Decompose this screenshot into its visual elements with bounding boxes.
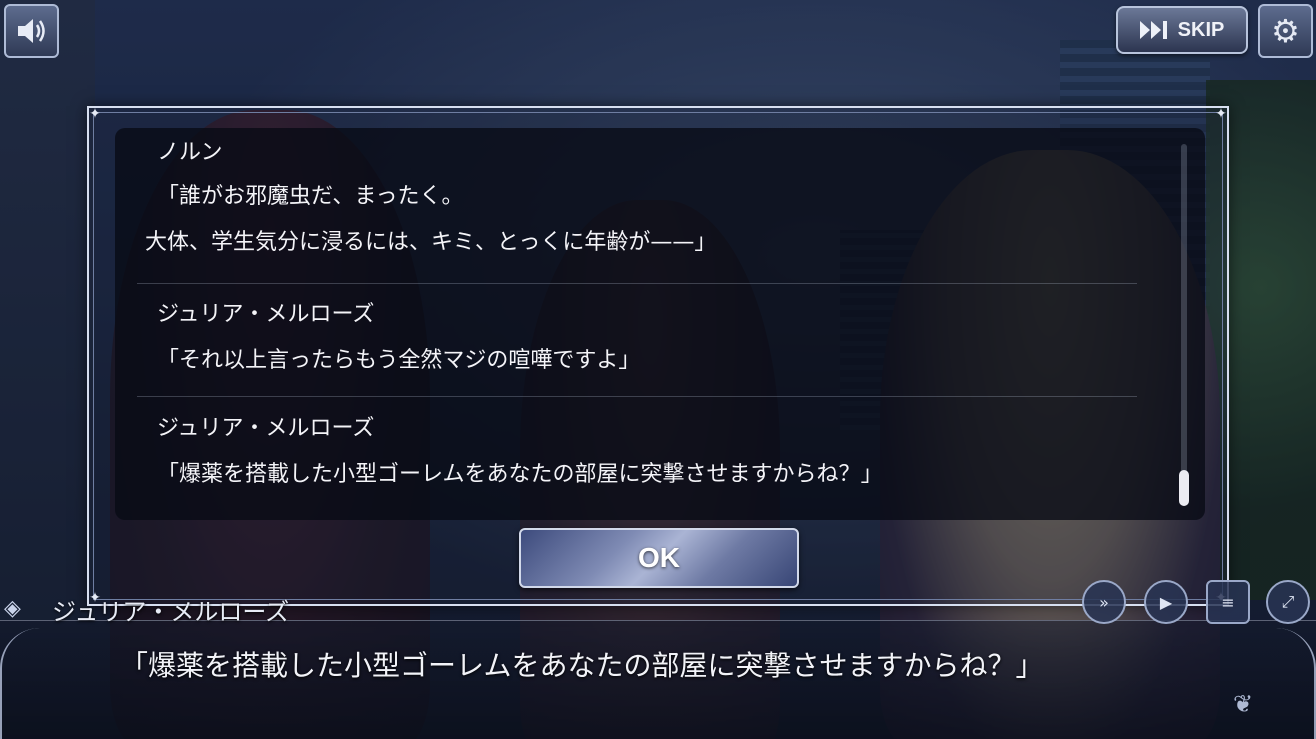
next-button[interactable]: ▶: [1144, 580, 1188, 624]
auto-play-icon: »: [1099, 592, 1109, 612]
backlog-list[interactable]: ノルン 「誰がお邪魔虫だ、まったく。 大体、学生気分に浸るには、キミ、とっくに年…: [115, 128, 1205, 520]
auto-button[interactable]: »: [1082, 580, 1126, 624]
speaker-nameplate: ◈ ジュリア・メルローズ: [0, 592, 289, 626]
next-icon: ▶: [1159, 592, 1173, 612]
speaker-name: ジュリア・メルローズ: [52, 597, 290, 626]
backlog-scrollbar[interactable]: [1179, 144, 1189, 506]
fullscreen-button[interactable]: ⤢: [1266, 580, 1310, 624]
frame-corner-ornament: ✦: [1215, 106, 1227, 122]
backlog-speaker: ジュリア・メルローズ: [157, 416, 375, 441]
message-text: 「爆薬を搭載した小型ゴーレムをあなたの部屋に突撃させますからね？」: [120, 649, 1044, 682]
skip-label: SKIP: [1177, 18, 1225, 41]
log-icon: ≡: [1221, 592, 1235, 612]
backlog-entry: ノルン 「誰がお邪魔虫だ、まったく。 大体、学生気分に浸るには、キミ、とっくに年…: [145, 138, 1135, 258]
backlog-entry: ジュリア・メルローズ 「それ以上言ったらもう全然マジの喧嘩ですよ」: [145, 300, 1135, 376]
backlog-line: 「爆薬を搭載した小型ゴーレムをあなたの部屋に突撃させますからね？」: [157, 462, 883, 487]
gear-icon: ⚙: [1271, 12, 1300, 50]
fullscreen-icon: ⤢: [1281, 592, 1295, 611]
backlog-speaker: ジュリア・メルローズ: [157, 302, 375, 327]
message-frame-ornament: [0, 628, 40, 739]
log-button[interactable]: ≡: [1206, 580, 1250, 624]
backlog-line: 「それ以上言ったらもう全然マジの喧嘩ですよ」: [157, 348, 641, 373]
speaker-icon: [17, 19, 45, 43]
ok-button[interactable]: OK: [519, 528, 799, 588]
backlog-divider: [137, 396, 1137, 397]
settings-button[interactable]: ⚙: [1258, 4, 1313, 58]
backlog-entry: ジュリア・メルローズ 「爆薬を搭載した小型ゴーレムをあなたの部屋に突撃させますか…: [145, 414, 1135, 490]
fast-forward-icon: [1139, 21, 1167, 39]
diamond-icon: ◈: [4, 596, 21, 621]
sound-button[interactable]: [4, 4, 59, 58]
backlog-line: 「誰がお邪魔虫だ、まったく。: [157, 184, 464, 209]
skip-button[interactable]: SKIP: [1116, 6, 1248, 54]
backlog-dialog: ✦ ✦ ✦ ✦ ノルン 「誰がお邪魔虫だ、まったく。 大体、学生気分に浸るには、…: [87, 106, 1229, 606]
scrollbar-thumb[interactable]: [1179, 470, 1189, 506]
game-emblem: ❦: [1232, 690, 1254, 718]
backlog-speaker: ノルン: [157, 140, 223, 165]
backlog-line: 大体、学生気分に浸るには、キミ、とっくに年齢が——」: [145, 230, 717, 255]
backlog-divider: [137, 283, 1137, 284]
frame-corner-ornament: ✦: [89, 106, 101, 122]
